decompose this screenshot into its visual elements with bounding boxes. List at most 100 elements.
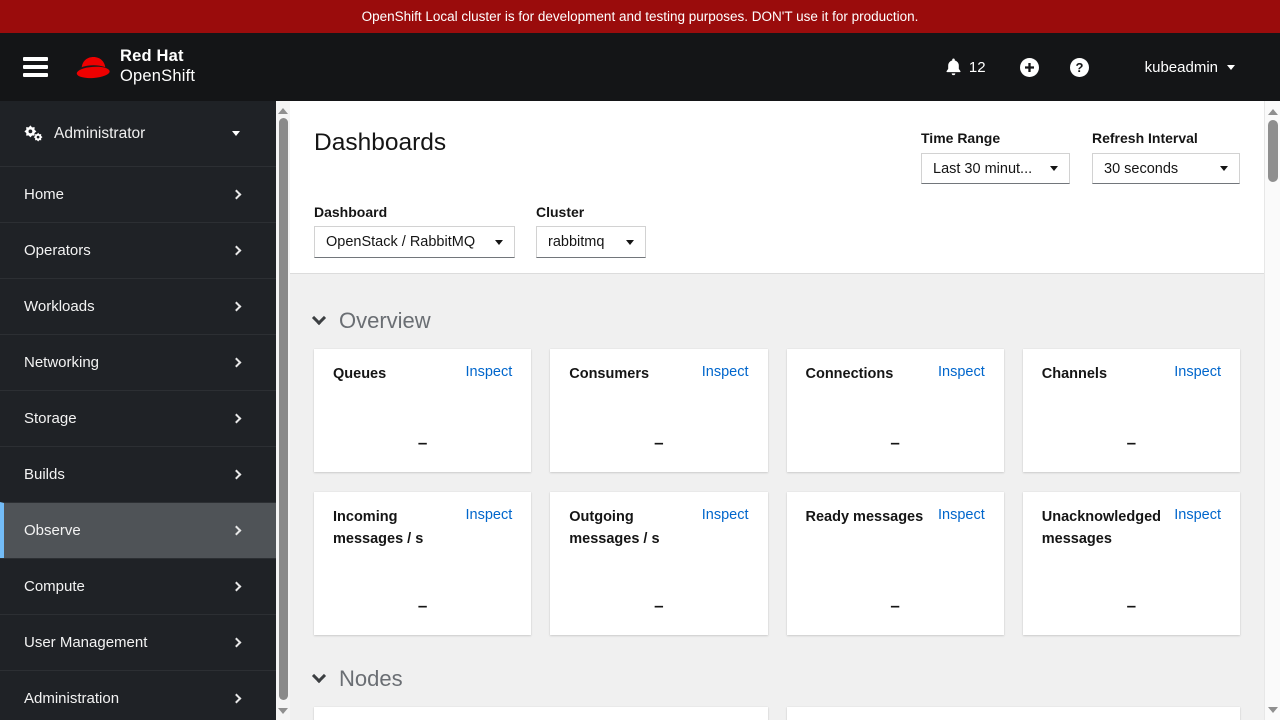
inspect-link[interactable]: Inspect [1174, 507, 1221, 523]
sidebar-item-label: Home [24, 186, 65, 203]
card-value: – [417, 433, 428, 452]
sidebar-scrollbar [276, 101, 290, 720]
dashboard-value: OpenStack / RabbitMQ [326, 234, 476, 250]
sidebar-item-label: User Management [24, 634, 148, 651]
chevron-down-icon [311, 310, 327, 325]
scroll-up-arrow[interactable] [1267, 109, 1278, 115]
card-channels: Channels Inspect – [1022, 349, 1240, 472]
chevron-right-icon [231, 189, 242, 200]
inspect-link[interactable]: Inspect [702, 507, 749, 523]
card-value: – [890, 596, 900, 615]
time-range-label: Time Range [921, 130, 1001, 146]
notification-count: 12 [968, 58, 986, 76]
refresh-interval-select[interactable]: 30 seconds [1092, 153, 1240, 184]
card-outgoing-messages: Outgoing messages / s Inspect – [550, 492, 768, 635]
banner-text: OpenShift Local cluster is for developme… [361, 9, 919, 24]
sidebar-item-label: Compute [24, 578, 85, 595]
inspect-link[interactable]: Inspect [938, 364, 985, 380]
masthead: Red Hat OpenShift 12 ? kubeadmin [0, 33, 1280, 101]
chevron-right-icon [231, 469, 242, 480]
card-value: – [1126, 433, 1137, 452]
card-title: Ready messages [805, 509, 924, 525]
sidebar-item-user-management[interactable]: User Management [0, 614, 276, 670]
svg-text:?: ? [1075, 60, 1083, 75]
card-title: Incoming messages / s [333, 509, 424, 547]
chevron-down-icon [1227, 64, 1235, 70]
card-consumers: Consumers Inspect – [550, 349, 768, 472]
card-value: – [890, 433, 900, 452]
scroll-down-arrow[interactable] [1267, 707, 1278, 713]
sidebar-item-storage[interactable]: Storage [0, 390, 276, 446]
sidebar-item-label: Networking [24, 354, 100, 371]
card-title: Channels [1041, 366, 1108, 382]
add-button[interactable] [1019, 57, 1039, 77]
dashboard-select[interactable]: OpenStack / RabbitMQ [314, 226, 515, 258]
help-button[interactable]: ? [1069, 57, 1089, 77]
time-range-value: Last 30 minut... [933, 160, 1033, 177]
chevron-right-icon [231, 581, 242, 592]
menu-icon[interactable] [23, 53, 48, 82]
sidebar-item-home[interactable]: Home [0, 166, 276, 222]
sidebar-item-administration[interactable]: Administration [0, 670, 276, 726]
card-title: Outgoing messages / s [569, 509, 660, 547]
sidebar-item-label: Workloads [24, 298, 95, 315]
cluster-label: Cluster [536, 204, 585, 220]
inspect-link[interactable]: Inspect [702, 364, 749, 380]
sidebar-item-label: Operators [24, 242, 91, 259]
time-range-select[interactable]: Last 30 minut... [921, 153, 1070, 184]
chevron-down-icon [311, 668, 327, 683]
card-value: – [654, 433, 664, 452]
card-value: – [654, 596, 664, 615]
caret-down-icon [626, 239, 634, 245]
section-overview-toggle[interactable]: Overview [311, 308, 1240, 334]
sidebar-item-compute[interactable]: Compute [0, 558, 276, 614]
scrollbar-thumb[interactable] [1268, 120, 1278, 182]
section-title: Nodes [339, 666, 403, 691]
card-title: Connections [805, 366, 894, 382]
scrollbar-thumb[interactable] [278, 118, 288, 700]
chevron-right-icon [231, 693, 242, 704]
cluster-value: rabbitmq [548, 234, 605, 250]
sidebar-item-observe[interactable]: Observe [0, 502, 276, 558]
card-nodes-left [314, 707, 768, 720]
username: kubeadmin [1144, 58, 1218, 76]
sidebar-item-builds[interactable]: Builds [0, 446, 276, 502]
question-circle-icon: ? [1069, 57, 1089, 77]
plus-circle-icon [1019, 57, 1039, 77]
sidebar-item-workloads[interactable]: Workloads [0, 278, 276, 334]
card-connections: Connections Inspect – [786, 349, 1004, 472]
sidebar-item-networking[interactable]: Networking [0, 334, 276, 390]
notifications-button[interactable]: 12 [945, 58, 986, 76]
caret-down-icon [1220, 166, 1228, 171]
sidebar-item-label: Administration [24, 690, 120, 707]
scroll-up-arrow[interactable] [278, 108, 288, 114]
inspect-link[interactable]: Inspect [1174, 364, 1221, 380]
sidebar-item-label: Storage [24, 410, 77, 427]
inspect-link[interactable]: Inspect [466, 507, 513, 523]
scroll-down-arrow[interactable] [278, 708, 288, 714]
cluster-warning-banner: OpenShift Local cluster is for developme… [0, 0, 1280, 33]
card-nodes-right [786, 707, 1240, 720]
section-nodes-toggle[interactable]: Nodes [311, 666, 1240, 692]
inspect-link[interactable]: Inspect [466, 364, 513, 380]
refresh-interval-value: 30 seconds [1104, 160, 1179, 177]
bell-icon [946, 58, 961, 76]
section-title: Overview [339, 308, 431, 333]
card-incoming-messages: Incoming messages / s Inspect – [314, 492, 532, 635]
cluster-select[interactable]: rabbitmq [536, 226, 646, 258]
refresh-interval-label: Refresh Interval [1092, 130, 1198, 146]
user-menu[interactable]: kubeadmin [1145, 59, 1235, 76]
perspective-switcher[interactable]: Administrator [0, 101, 276, 166]
sidebar-nav: Administrator Home Operators Workloads N… [0, 101, 276, 720]
chevron-right-icon [231, 245, 242, 256]
brand-logo[interactable]: Red Hat OpenShift [75, 47, 195, 87]
card-queues: Queues Inspect – [314, 349, 532, 472]
card-value: – [1126, 596, 1137, 615]
gears-icon [24, 125, 43, 142]
chevron-right-icon [231, 637, 242, 648]
sidebar-item-operators[interactable]: Operators [0, 222, 276, 278]
dashboard-body: Overview Queues Inspect – Consumers Insp… [290, 273, 1264, 720]
inspect-link[interactable]: Inspect [938, 507, 985, 523]
card-unacknowledged-messages: Unacknowledged messages Inspect – [1022, 492, 1240, 635]
dashboard-label: Dashboard [314, 204, 388, 220]
